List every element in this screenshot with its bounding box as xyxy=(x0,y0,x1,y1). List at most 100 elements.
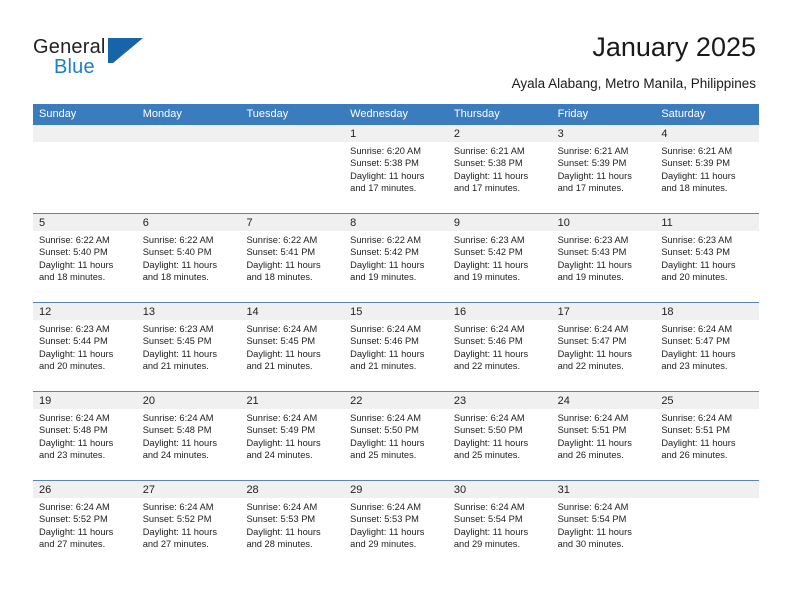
day-number[interactable]: 27 xyxy=(137,481,241,498)
daylight-text: Daylight: 11 hours xyxy=(557,437,632,448)
day-cell[interactable]: Sunrise: 6:22 AM Sunset: 5:41 PM Daylight:… xyxy=(240,231,344,302)
day-number[interactable]: 21 xyxy=(240,392,344,409)
daylight-text: Daylight: 11 hours xyxy=(661,259,736,270)
day-number[interactable]: 29 xyxy=(344,481,448,498)
day-number[interactable]: 5 xyxy=(33,214,137,231)
weekday-header-friday: Friday xyxy=(557,108,589,120)
day-cell[interactable]: Sunrise: 6:24 AM Sunset: 5:54 PM Daylight:… xyxy=(552,498,656,569)
day-cell[interactable]: Sunrise: 6:21 AM Sunset: 5:39 PM Daylight:… xyxy=(655,142,759,213)
sunset-text: Sunset: 5:44 PM xyxy=(39,336,108,347)
sunrise-text: Sunrise: 6:23 AM xyxy=(661,235,733,245)
day-cell[interactable]: Sunrise: 6:24 AM Sunset: 5:50 PM Daylight:… xyxy=(344,409,448,480)
daylight-text-cont: and 17 minutes. xyxy=(453,183,521,194)
day-number[interactable]: 6 xyxy=(137,214,241,231)
weekday-header-tuesday: Tuesday xyxy=(246,108,289,120)
daylight-text: Daylight: 11 hours xyxy=(246,259,321,270)
day-number[interactable]: 16 xyxy=(448,303,552,320)
day-number[interactable]: 26 xyxy=(33,481,137,498)
daylight-text-cont: and 17 minutes. xyxy=(350,183,417,194)
daylight-text-cont: and 18 minutes. xyxy=(661,183,728,194)
day-number[interactable]: 11 xyxy=(655,214,759,231)
sunrise-text: Sunrise: 6:24 AM xyxy=(246,324,318,334)
day-cell[interactable]: Sunrise: 6:24 AM Sunset: 5:48 PM Daylight:… xyxy=(137,409,241,480)
daylight-text: Daylight: 11 hours xyxy=(453,526,529,537)
daylight-text-cont: and 22 minutes. xyxy=(557,361,624,372)
day-cell[interactable]: Sunrise: 6:22 AM Sunset: 5:40 PM Daylight:… xyxy=(137,231,241,302)
day-cell[interactable]: Sunrise: 6:24 AM Sunset: 5:47 PM Daylight:… xyxy=(552,320,656,391)
day-cell[interactable]: Sunrise: 6:24 AM Sunset: 5:51 PM Daylight:… xyxy=(552,409,656,480)
day-cell[interactable]: Sunrise: 6:22 AM Sunset: 5:40 PM Daylight:… xyxy=(33,231,137,302)
sunset-text: Sunset: 5:39 PM xyxy=(557,158,627,169)
daylight-text: Daylight: 11 hours xyxy=(453,348,529,359)
day-cell[interactable]: Sunrise: 6:21 AM Sunset: 5:39 PM Daylight:… xyxy=(552,142,656,213)
day-cell[interactable]: Sunrise: 6:23 AM Sunset: 5:45 PM Daylight:… xyxy=(137,320,241,391)
day-number[interactable]: 24 xyxy=(552,392,656,409)
daylight-text-cont: and 18 minutes. xyxy=(246,272,313,283)
sunrise-text: Sunrise: 6:23 AM xyxy=(142,324,214,334)
day-number[interactable]: 1 xyxy=(344,125,448,142)
day-cell[interactable]: Sunrise: 6:24 AM Sunset: 5:50 PM Daylight:… xyxy=(448,409,552,480)
calendar-week-row: 5 6 7 8 9 10 11 Sunrise: 6:22 AM Sunset: 5:40 PM… xyxy=(33,213,759,302)
day-number[interactable]: 28 xyxy=(240,481,344,498)
day-number[interactable]: 14 xyxy=(240,303,344,320)
day-cell[interactable]: Sunrise: 6:24 AM Sunset: 5:52 PM Daylight:… xyxy=(137,498,241,569)
day-number[interactable]: 19 xyxy=(33,392,137,409)
day-cell[interactable]: Sunrise: 6:21 AM Sunset: 5:38 PM Daylight:… xyxy=(448,142,552,213)
day-number[interactable]: 18 xyxy=(655,303,759,320)
day-number[interactable]: 23 xyxy=(448,392,552,409)
daylight-text: Daylight: 11 hours xyxy=(453,170,529,181)
sunrise-text: Sunrise: 6:24 AM xyxy=(350,324,421,334)
day-number[interactable]: 4 xyxy=(655,125,759,142)
day-cell[interactable]: Sunrise: 6:24 AM Sunset: 5:53 PM Daylight:… xyxy=(344,498,448,569)
day-cell[interactable]: Sunrise: 6:24 AM Sunset: 5:46 PM Daylight:… xyxy=(344,320,448,391)
day-number[interactable]: 10 xyxy=(552,214,656,231)
day-cell[interactable]: Sunrise: 6:23 AM Sunset: 5:43 PM Daylight:… xyxy=(552,231,656,302)
day-number[interactable]: 8 xyxy=(344,214,448,231)
daylight-text: Daylight: 11 hours xyxy=(350,437,425,448)
day-cell[interactable]: Sunrise: 6:24 AM Sunset: 5:53 PM Daylight:… xyxy=(240,498,344,569)
day-number[interactable]: 25 xyxy=(655,392,759,409)
day-cell[interactable]: Sunrise: 6:24 AM Sunset: 5:54 PM Daylight:… xyxy=(448,498,552,569)
day-number[interactable]: 9 xyxy=(448,214,552,231)
day-number[interactable]: 15 xyxy=(344,303,448,320)
daylight-text-cont: and 22 minutes. xyxy=(453,361,521,372)
day-number[interactable]: 17 xyxy=(552,303,656,320)
day-number[interactable]: 20 xyxy=(137,392,241,409)
day-cell[interactable]: Sunrise: 6:24 AM Sunset: 5:45 PM Daylight:… xyxy=(240,320,344,391)
day-number[interactable]: 12 xyxy=(33,303,137,320)
sunset-text: Sunset: 5:39 PM xyxy=(661,158,731,169)
day-number[interactable]: 7 xyxy=(240,214,344,231)
logo-word-blue: Blue xyxy=(54,56,95,78)
day-cell[interactable]: Sunrise: 6:24 AM Sunset: 5:46 PM Daylight:… xyxy=(448,320,552,391)
day-number[interactable]: 13 xyxy=(137,303,241,320)
day-cell[interactable]: Sunrise: 6:24 AM Sunset: 5:48 PM Daylight:… xyxy=(33,409,137,480)
weekday-header-monday: Monday xyxy=(142,108,182,120)
day-cell[interactable]: Sunrise: 6:24 AM Sunset: 5:49 PM Daylight:… xyxy=(240,409,344,480)
general-blue-logo[interactable]: General Blue xyxy=(33,36,163,82)
day-cell[interactable]: Sunrise: 6:23 AM Sunset: 5:42 PM Daylight:… xyxy=(448,231,552,302)
day-cell[interactable]: Sunrise: 6:24 AM Sunset: 5:52 PM Daylight:… xyxy=(33,498,137,569)
day-number[interactable]: 2 xyxy=(448,125,552,142)
daylight-text-cont: and 21 minutes. xyxy=(350,361,417,372)
daylight-text: Daylight: 11 hours xyxy=(142,437,217,448)
sunrise-text: Sunrise: 6:22 AM xyxy=(142,235,214,245)
daylight-text: Daylight: 11 hours xyxy=(453,259,529,270)
day-number-band: 5 6 7 8 9 10 11 xyxy=(33,214,759,231)
day-cell[interactable]: Sunrise: 6:24 AM Sunset: 5:51 PM Daylight:… xyxy=(655,409,759,480)
day-number-empty xyxy=(655,481,759,498)
day-cell[interactable]: Sunrise: 6:24 AM Sunset: 5:47 PM Daylight:… xyxy=(655,320,759,391)
sunrise-text: Sunrise: 6:24 AM xyxy=(557,324,629,334)
day-cell[interactable]: Sunrise: 6:20 AM Sunset: 5:38 PM Daylight:… xyxy=(344,142,448,213)
day-cell[interactable]: Sunrise: 6:22 AM Sunset: 5:42 PM Daylight:… xyxy=(344,231,448,302)
sunrise-text: Sunrise: 6:23 AM xyxy=(39,324,110,334)
day-number[interactable]: 3 xyxy=(552,125,656,142)
day-number-band: 1234 xyxy=(33,125,759,142)
day-number[interactable]: 31 xyxy=(552,481,656,498)
daylight-text-cont: and 29 minutes. xyxy=(453,539,521,550)
daylight-text: Daylight: 11 hours xyxy=(350,259,425,270)
calendar-grid: Sunday Monday Tuesday Wednesday Thursday Frid… xyxy=(33,104,759,569)
day-cell[interactable]: Sunrise: 6:23 AM Sunset: 5:44 PM Daylight:… xyxy=(33,320,137,391)
day-number[interactable]: 22 xyxy=(344,392,448,409)
day-number[interactable]: 30 xyxy=(448,481,552,498)
day-cell[interactable]: Sunrise: 6:23 AM Sunset: 5:43 PM Daylight:… xyxy=(655,231,759,302)
